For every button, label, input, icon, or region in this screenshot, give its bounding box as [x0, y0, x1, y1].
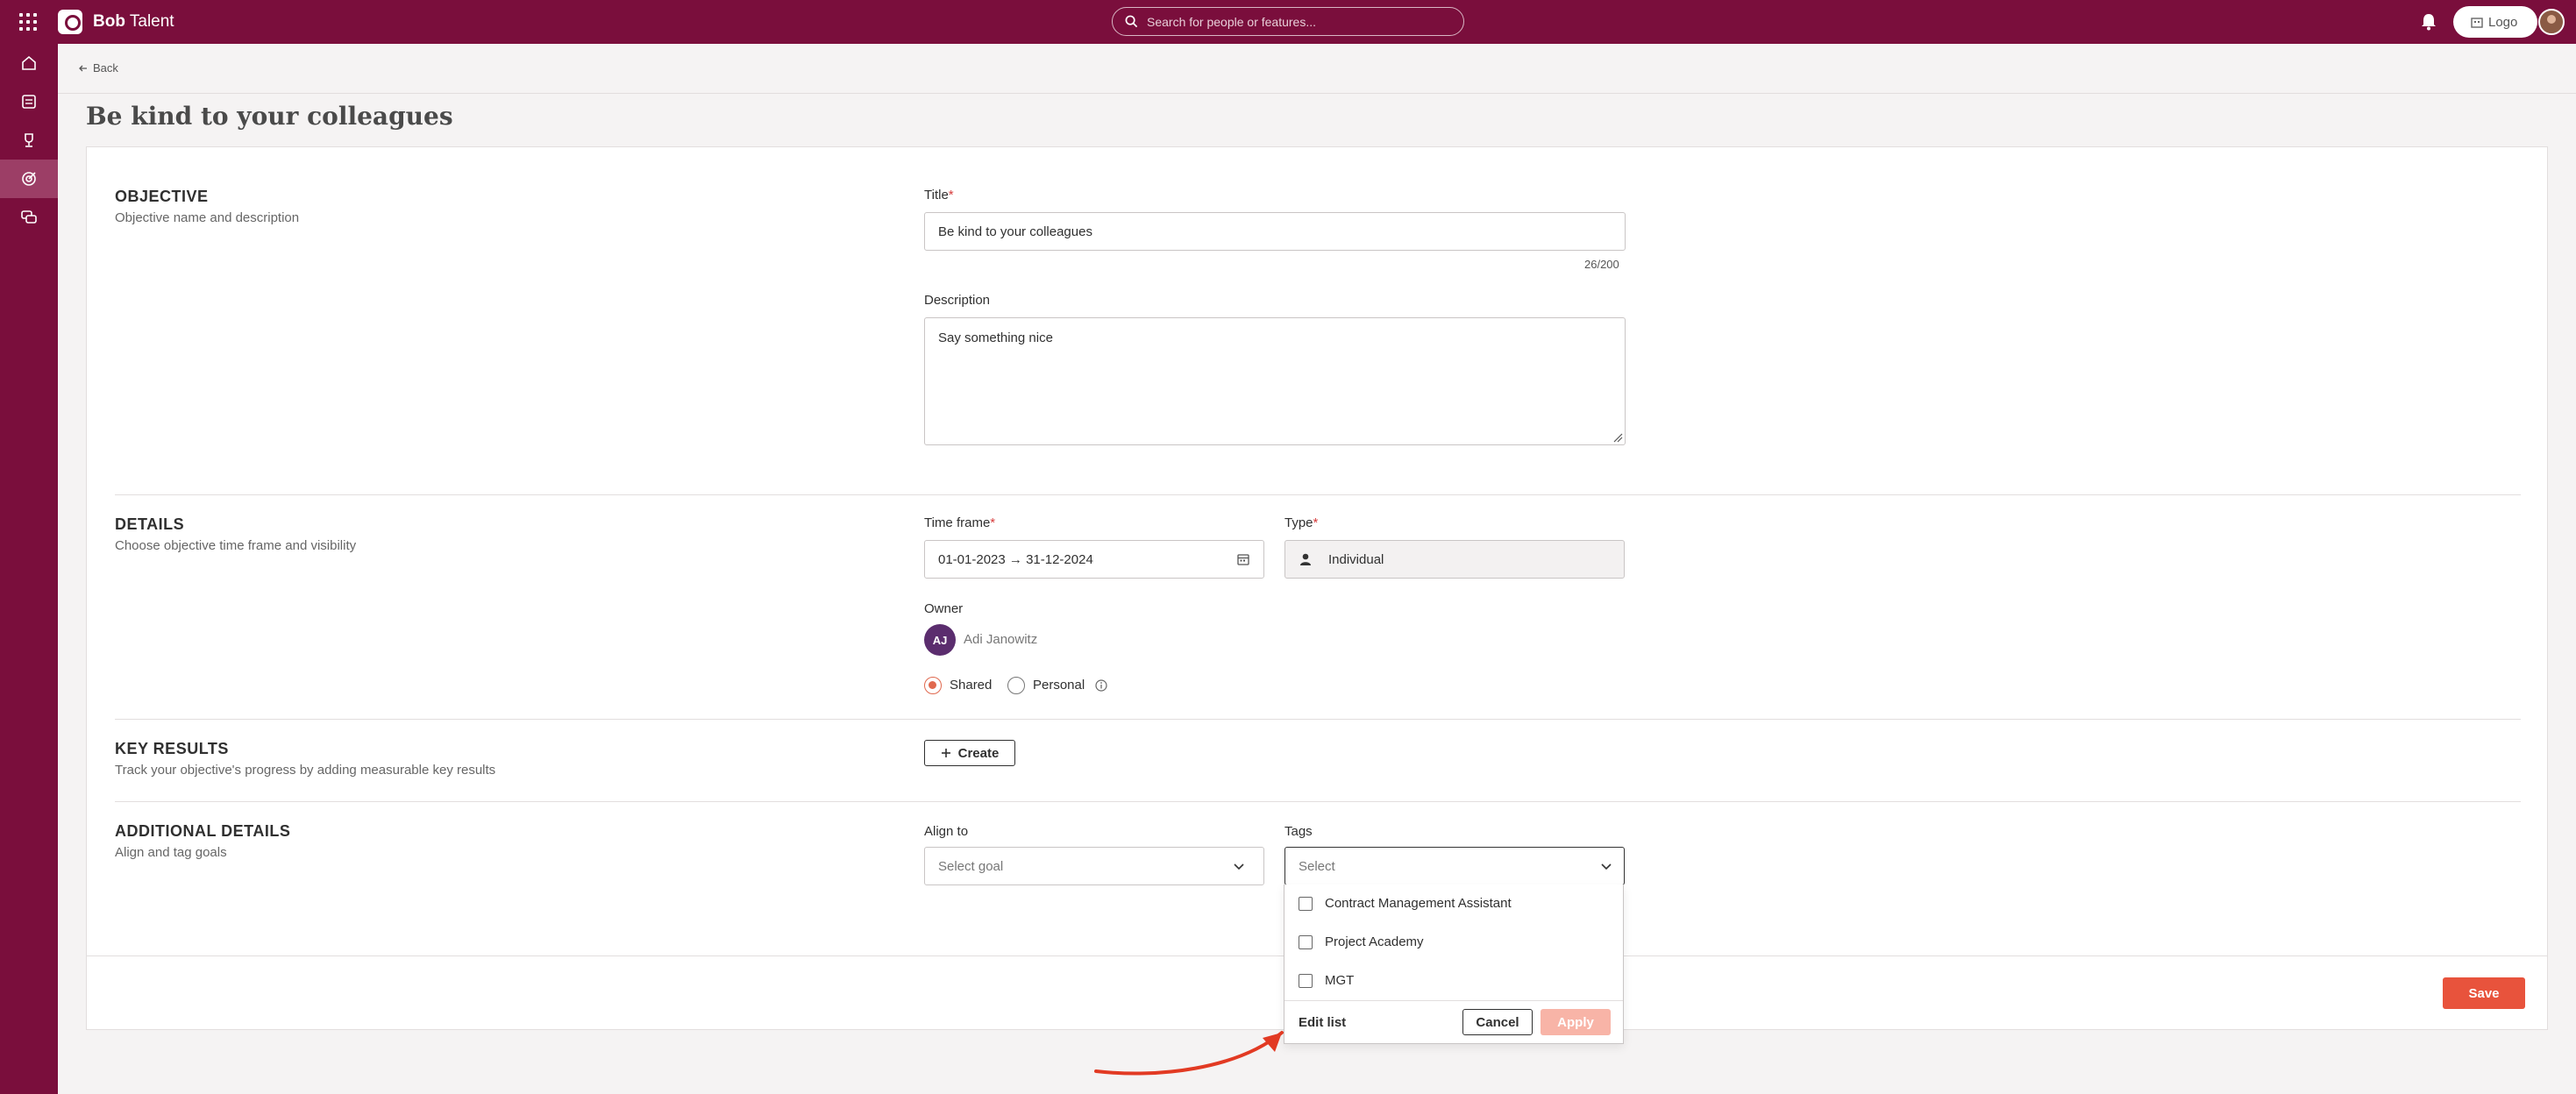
- tag-option-label: Project Academy: [1325, 934, 1424, 949]
- home-icon: [22, 55, 36, 70]
- chevron-down-icon: [1601, 863, 1612, 870]
- tags-placeholder: Select: [1299, 858, 1335, 874]
- user-avatar[interactable]: [2538, 9, 2565, 35]
- brand-name: Bob Talent: [93, 12, 174, 31]
- create-key-result-button[interactable]: Create: [924, 740, 1015, 766]
- tag-option-label: Contract Management Assistant: [1325, 896, 1512, 911]
- sidebar-item-goals[interactable]: [0, 160, 58, 198]
- bob-logo-icon: [58, 10, 82, 34]
- timeframe-field[interactable]: 01-01-2023 → 31-12-2024: [924, 540, 1264, 579]
- tag-option[interactable]: Contract Management Assistant: [1299, 896, 1512, 911]
- list-icon: [22, 95, 36, 109]
- search-icon: [1125, 15, 1138, 28]
- objective-subheading: Objective name and description: [115, 210, 300, 225]
- tags-label: Tags: [1284, 824, 1313, 839]
- sidebar-item-chat[interactable]: [0, 198, 58, 237]
- cancel-button[interactable]: Cancel: [1462, 1009, 1533, 1035]
- person-icon: [1300, 553, 1311, 565]
- tag-option-label: MGT: [1325, 973, 1355, 988]
- type-label: Type*: [1284, 515, 1319, 530]
- top-bar: Bob Talent Logo: [0, 0, 2576, 44]
- logo-button-label: Logo: [2488, 14, 2518, 30]
- annotation-arrow-icon: [1094, 1031, 1284, 1076]
- owner-label: Owner: [924, 601, 964, 616]
- sidebar: [0, 44, 58, 1094]
- timeframe-value: 01-01-2023 → 31-12-2024: [938, 551, 1093, 567]
- key-results-heading: KEY RESULTS: [115, 740, 229, 757]
- arrow-left-icon: [79, 65, 87, 71]
- create-label: Create: [957, 745, 1000, 761]
- back-label: Back: [93, 61, 118, 75]
- tags-select[interactable]: Select: [1284, 847, 1625, 885]
- title-field[interactable]: [924, 212, 1626, 251]
- section-divider: [115, 801, 2521, 802]
- tags-panel-footer: Edit list Cancel Apply: [1284, 1000, 1623, 1044]
- edit-list-link[interactable]: Edit list: [1299, 1015, 1346, 1030]
- description-textarea[interactable]: Say something nice: [938, 330, 1053, 345]
- key-results-subheading: Track your objective's progress by addin…: [115, 763, 496, 778]
- title-input[interactable]: [938, 224, 1625, 239]
- description-label: Description: [924, 293, 991, 308]
- title-char-counter: 26/200: [1584, 258, 1619, 271]
- tag-checkbox[interactable]: [1299, 934, 1313, 949]
- search-input[interactable]: [1147, 14, 1445, 29]
- owner-name: Adi Janowitz: [964, 632, 1038, 647]
- company-logo-button[interactable]: Logo: [2453, 6, 2537, 38]
- personal-radio[interactable]: [1007, 677, 1025, 694]
- owner-avatar: AJ: [924, 624, 956, 656]
- tag-checkbox[interactable]: [1299, 973, 1313, 988]
- brand[interactable]: Bob Talent: [58, 10, 174, 34]
- global-search[interactable]: [1112, 7, 1464, 36]
- details-heading: DETAILS: [115, 515, 185, 533]
- objective-heading: OBJECTIVE: [115, 188, 209, 205]
- apps-grid-icon[interactable]: [19, 13, 37, 31]
- back-bar: Back: [58, 44, 2576, 94]
- sidebar-item-achievements[interactable]: [0, 121, 58, 160]
- align-to-select[interactable]: Select goal: [924, 847, 1264, 885]
- resize-handle-icon[interactable]: [1612, 432, 1623, 443]
- goals-icon: [22, 172, 36, 186]
- save-button[interactable]: Save: [2443, 977, 2525, 1009]
- apply-button[interactable]: Apply: [1541, 1009, 1611, 1035]
- trophy-icon: [25, 133, 33, 147]
- additional-details-subheading: Align and tag goals: [115, 845, 227, 860]
- tag-checkbox[interactable]: [1299, 896, 1313, 911]
- chevron-down-icon: [1234, 863, 1244, 870]
- notifications-bell-icon[interactable]: [2420, 12, 2437, 36]
- additional-details-heading: ADDITIONAL DETAILS: [115, 822, 291, 840]
- tag-option[interactable]: MGT: [1299, 973, 1354, 988]
- info-icon[interactable]: [1095, 679, 1107, 692]
- plus-icon: [941, 749, 950, 757]
- shared-radio[interactable]: [924, 677, 942, 694]
- details-subheading: Choose objective time frame and visibili…: [115, 538, 357, 553]
- title-label: Title*: [924, 188, 954, 202]
- section-divider: [115, 719, 2521, 720]
- building-icon: [2471, 18, 2483, 28]
- personal-radio-label: Personal: [1033, 678, 1085, 693]
- align-to-placeholder: Select goal: [938, 858, 1004, 874]
- back-link[interactable]: Back: [79, 61, 118, 75]
- page-title: Be kind to your colleagues: [86, 102, 453, 131]
- tag-option[interactable]: Project Academy: [1299, 934, 1424, 949]
- shared-radio-label: Shared: [950, 678, 993, 693]
- type-value: Individual: [1328, 551, 1384, 567]
- align-to-label: Align to: [924, 824, 969, 839]
- tags-dropdown-panel: Contract Management Assistant Project Ac…: [1284, 884, 1624, 1044]
- timeframe-label: Time frame*: [924, 515, 996, 530]
- type-field: Individual: [1284, 540, 1625, 579]
- section-divider: [115, 494, 2521, 495]
- calendar-icon[interactable]: [1237, 553, 1249, 565]
- description-field[interactable]: Say something nice: [924, 317, 1626, 445]
- chat-icon: [21, 210, 37, 224]
- sidebar-item-home[interactable]: [0, 44, 58, 82]
- sidebar-item-list[interactable]: [0, 82, 58, 121]
